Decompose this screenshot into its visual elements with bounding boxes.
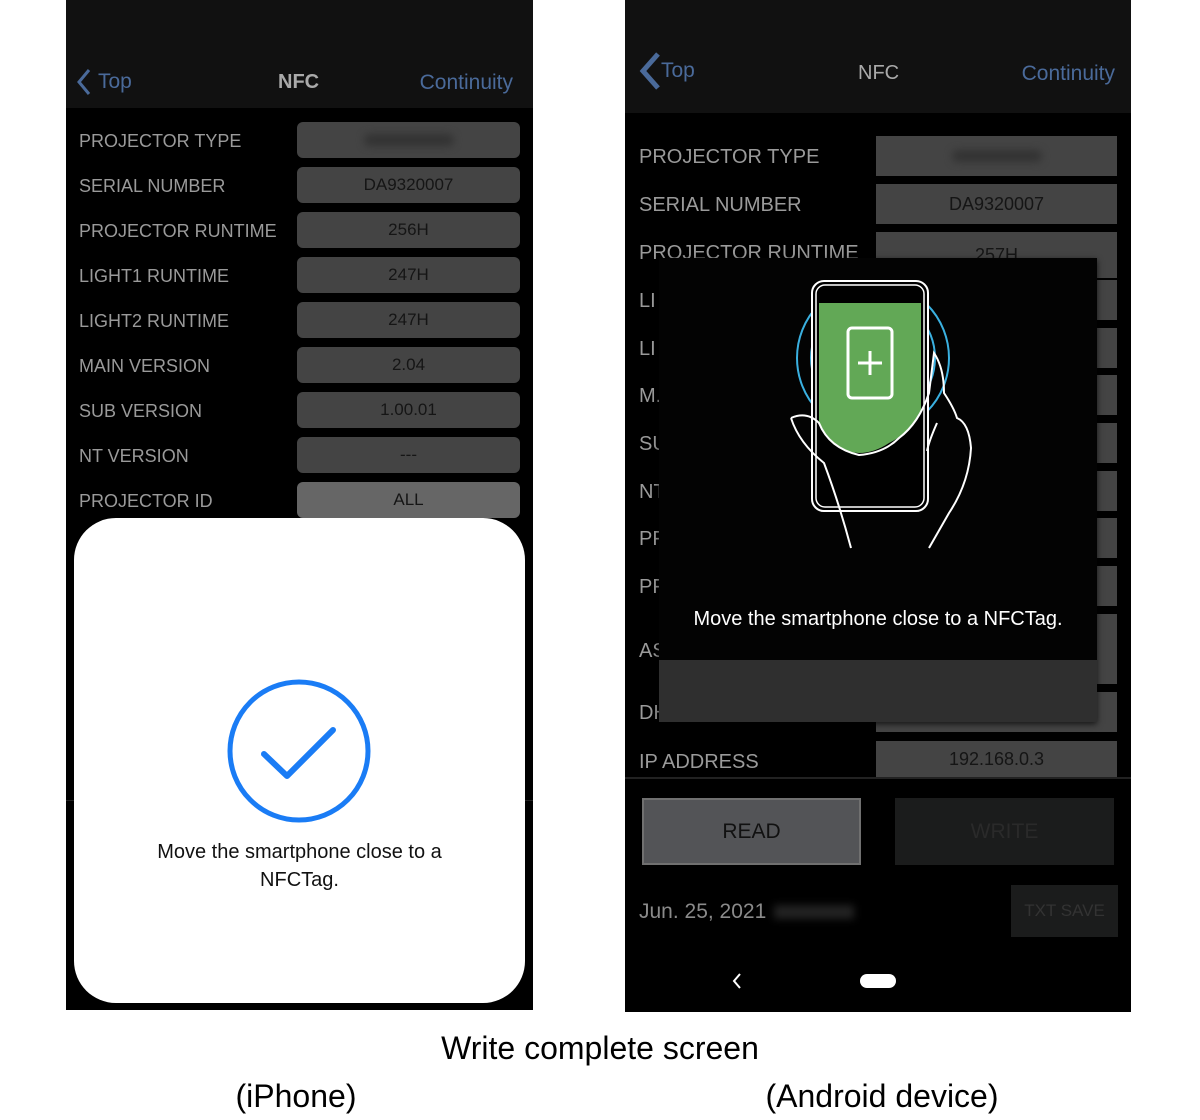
hand-holding-phone-nfc-icon [790, 280, 973, 549]
dialog-footer [659, 660, 1097, 722]
field-label: PROJECTOR RUNTIME [79, 221, 277, 241]
field-value: 1.00.01 [297, 392, 520, 428]
back-label: Top [98, 70, 132, 93]
field-value: 2.04 [297, 347, 520, 383]
field-value: ALL [297, 482, 520, 518]
nav-bar: Top NFC Continuity [625, 0, 1131, 113]
nav-title: NFC [278, 71, 320, 93]
checkmark-circle-icon [227, 679, 371, 823]
field-value-text: 256H [388, 220, 429, 239]
divider [625, 777, 1131, 779]
field-value-text: ALL [393, 490, 424, 509]
sheet-message: Move the smartphone close to a NFCTag. [157, 841, 442, 891]
back-button[interactable]: Top [639, 52, 695, 90]
nav-title: NFC [858, 62, 900, 84]
iphone-screen: Top NFC Continuity PROJECTOR TYPE SERIAL … [66, 0, 533, 1010]
field-label: SERIAL NUMBER [79, 176, 226, 196]
field-value: 247H [297, 257, 520, 293]
field-label: LIGHT1 RUNTIME [79, 266, 230, 286]
field-label: NT VERSION [79, 446, 189, 466]
field-value-text: DA9320007 [363, 175, 454, 194]
field-value-text: 2.04 [391, 355, 426, 374]
nav-home-pill[interactable] [860, 974, 896, 988]
field-value-text: DA9320007 [948, 193, 1045, 214]
nav-back-icon[interactable] [731, 972, 743, 990]
chevron-left-icon [77, 69, 91, 95]
field-value: DA9320007 [876, 184, 1117, 224]
nav-bar: Top NFC Continuity [66, 0, 533, 108]
field-value-text: --- [400, 445, 417, 464]
field-value [297, 122, 520, 158]
caption-iphone: (iPhone) [235, 1078, 357, 1114]
dialog: Move the smartphone close to a NFCTag. [659, 258, 1097, 722]
field-value: 256H [297, 212, 520, 248]
field-value: 192.168.0.3 [876, 741, 1117, 777]
field-label: SUB VERSION [79, 401, 203, 421]
caption-title: Write complete screen [441, 1030, 759, 1066]
field-value-text: 1.00.01 [380, 400, 437, 419]
field-value-text: 247H [388, 265, 429, 284]
field-label: LIGHT2 RUNTIME [79, 311, 230, 331]
field-value-text: 247H [388, 310, 429, 329]
chevron-left-icon [639, 52, 660, 90]
field-label: SERIAL NUMBER [639, 194, 802, 216]
date-text: Jun. 25, 2021 [639, 900, 855, 924]
field-value: DA9320007 [297, 167, 520, 203]
txt-save-button[interactable]: TXT SAVE [1011, 885, 1118, 937]
field-label: MAIN VERSION [79, 356, 211, 376]
caption-android: (Android device) [765, 1078, 999, 1114]
blurred-value [951, 150, 1042, 162]
read-button[interactable]: READ [642, 798, 861, 865]
back-label: Top [661, 59, 695, 82]
continuity-button[interactable]: Continuity [420, 71, 513, 95]
time-blurred [774, 905, 855, 919]
android-screen: Top NFC Continuity PROJECTOR TYPE SERIAL … [625, 0, 1131, 1012]
back-button[interactable]: Top [76, 68, 132, 96]
field-value: 247H [297, 302, 520, 338]
field-value: --- [297, 437, 520, 473]
field-label: M. [639, 385, 662, 407]
field-label: LI [639, 338, 656, 360]
field-label: LI [639, 290, 656, 312]
field-label: PROJECTOR TYPE [79, 131, 242, 151]
field-value [876, 136, 1117, 176]
blurred-value [363, 134, 454, 146]
field-label: PROJECTOR ID [79, 491, 213, 511]
nfc-sheet: Move the smartphone close to a NFCTag. [74, 518, 525, 1003]
dialog-message: Move the smartphone close to a NFCTag. [693, 608, 1063, 630]
field-label: IP ADDRESS [639, 751, 759, 773]
continuity-button[interactable]: Continuity [1022, 62, 1115, 86]
field-value-text: 192.168.0.3 [948, 748, 1045, 769]
write-button[interactable]: WRITE [895, 798, 1114, 865]
date-label: Jun. 25, 2021 [639, 900, 767, 923]
field-label: PROJECTOR TYPE [639, 146, 820, 168]
